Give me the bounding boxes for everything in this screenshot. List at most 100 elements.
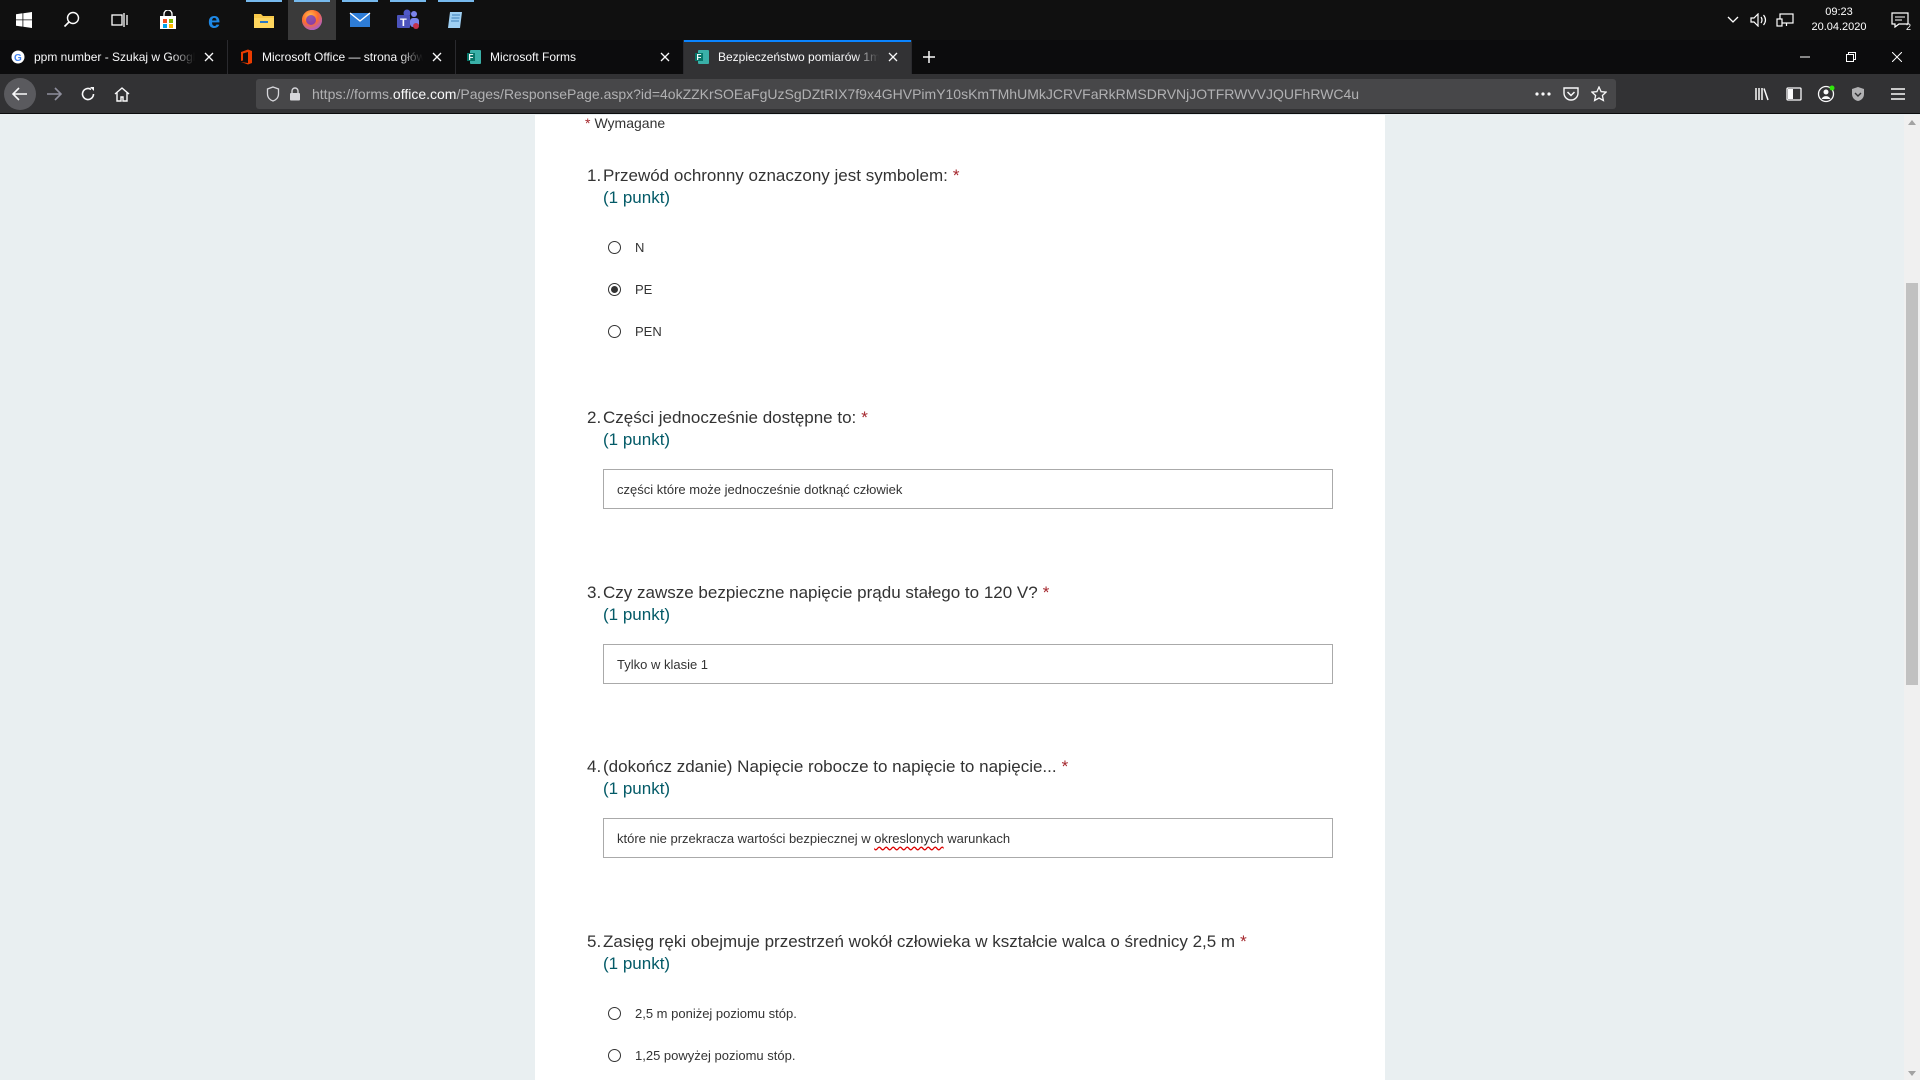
question-title: 2. Części jednocześnie dostępne to: * xyxy=(587,407,1347,429)
question-points: (1 punkt) xyxy=(603,954,671,973)
question-5: 5. Zasięg ręki obejmuje przestrzeń wokół… xyxy=(587,931,1347,1076)
scrollbar-thumb[interactable] xyxy=(1906,283,1918,685)
option-label: N xyxy=(635,239,645,255)
minimize-button[interactable] xyxy=(1782,40,1828,74)
home-icon xyxy=(114,86,130,102)
restore-icon xyxy=(1846,52,1856,62)
question-number: 3. xyxy=(587,583,602,602)
page-scrollbar[interactable] xyxy=(1904,115,1920,1080)
forward-button[interactable] xyxy=(38,78,70,110)
required-star: * xyxy=(861,408,868,427)
question-number: 4. xyxy=(587,757,602,776)
edge-icon: e xyxy=(208,9,220,31)
tab-bezpieczenstwo-pomiarow[interactable]: F Bezpieczeństwo pomiarów 1mg xyxy=(684,40,912,74)
toolbar-right xyxy=(1746,78,1920,110)
answer-text-field[interactable]: Tylko w klasie 1 xyxy=(603,644,1333,684)
windows-start-button[interactable] xyxy=(0,0,48,40)
bookmark-star-icon[interactable] xyxy=(1588,85,1610,102)
extension-button[interactable] xyxy=(1842,78,1874,110)
required-star: * xyxy=(585,115,591,131)
library-icon xyxy=(1755,87,1769,100)
radio-button[interactable] xyxy=(608,1006,621,1020)
radio-option-2[interactable]: 1,25 powyżej poziomu stóp. xyxy=(605,1034,1347,1076)
lock-icon[interactable] xyxy=(284,86,306,101)
answer-text: które nie przekracza wartości bezpieczne… xyxy=(617,830,875,846)
page-actions-icon[interactable] xyxy=(1532,86,1554,102)
search-button[interactable] xyxy=(48,0,96,40)
question-text: Przewód ochronny oznaczony jest symbolem… xyxy=(603,166,948,185)
new-tab-button[interactable] xyxy=(912,40,946,74)
radio-group: 2,5 m poniżej poziomu stóp. 1,25 powyżej… xyxy=(605,992,1347,1076)
windows-taskbar: e T 09:23 20.04.2020 2 xyxy=(0,0,1920,40)
menu-button[interactable] xyxy=(1882,78,1914,110)
radio-button[interactable] xyxy=(608,240,621,254)
network-button[interactable] xyxy=(1772,0,1798,40)
pocket-icon[interactable] xyxy=(1560,86,1582,102)
file-explorer-button[interactable] xyxy=(240,0,288,40)
teams-icon: T xyxy=(397,9,419,29)
search-icon xyxy=(63,11,80,28)
google-icon: G xyxy=(10,49,26,65)
radio-button[interactable] xyxy=(608,1048,621,1062)
question-number: 1. xyxy=(587,166,602,185)
misspelled-word: okreslonych xyxy=(874,830,944,846)
close-tab-icon[interactable] xyxy=(885,49,901,65)
radio-option-1[interactable]: 2,5 m poniżej poziomu stóp. xyxy=(605,992,1347,1034)
tab-microsoft-office[interactable]: Microsoft Office — strona główna xyxy=(228,40,456,74)
mail-icon xyxy=(349,12,371,27)
reload-button[interactable] xyxy=(72,78,104,110)
store-button[interactable] xyxy=(144,0,192,40)
action-center-button[interactable]: 2 xyxy=(1880,0,1920,40)
scroll-down-arrow-icon[interactable] xyxy=(1904,1066,1920,1080)
answer-text-field[interactable]: które nie przekracza wartości bezpieczne… xyxy=(603,818,1333,858)
close-tab-icon[interactable] xyxy=(201,49,217,65)
question-title: 5. Zasięg ręki obejmuje przestrzeń wokół… xyxy=(587,931,1347,953)
reload-icon xyxy=(81,86,95,100)
restore-button[interactable] xyxy=(1828,40,1874,74)
close-tab-icon[interactable] xyxy=(429,49,445,65)
task-view-button[interactable] xyxy=(96,0,144,40)
close-tab-icon[interactable] xyxy=(657,49,673,65)
radio-button[interactable] xyxy=(608,324,621,338)
question-title: 1. Przewód ochronny oznaczony jest symbo… xyxy=(587,165,1347,187)
firefox-button[interactable] xyxy=(288,0,336,40)
tab-google-search[interactable]: G ppm number - Szukaj w Google xyxy=(0,40,228,74)
tab-title: Bezpieczeństwo pomiarów 1mg xyxy=(718,50,879,64)
question-number: 2. xyxy=(587,408,602,427)
question-text: Czy zawsze bezpieczne napięcie prądu sta… xyxy=(603,583,1038,602)
mail-button[interactable] xyxy=(336,0,384,40)
sidebar-button[interactable] xyxy=(1778,78,1810,110)
network-icon xyxy=(1776,13,1794,27)
radio-option-pen[interactable]: PEN xyxy=(605,310,1347,352)
tab-title: Microsoft Office — strona główna xyxy=(262,50,423,64)
radio-button-selected[interactable] xyxy=(608,282,621,296)
teams-button[interactable]: T xyxy=(384,0,432,40)
speaker-icon xyxy=(1750,13,1767,27)
tab-microsoft-forms[interactable]: F Microsoft Forms xyxy=(456,40,684,74)
svg-text:F: F xyxy=(469,53,474,62)
edge-button[interactable]: e xyxy=(192,0,240,40)
account-button[interactable] xyxy=(1810,78,1842,110)
close-window-button[interactable] xyxy=(1874,40,1920,74)
show-hidden-icons-button[interactable] xyxy=(1720,0,1746,40)
taskbar-clock[interactable]: 09:23 20.04.2020 xyxy=(1798,5,1880,35)
svg-text:F: F xyxy=(697,53,702,62)
volume-button[interactable] xyxy=(1746,0,1772,40)
notification-count: 2 xyxy=(1905,22,1911,32)
radio-option-n[interactable]: N xyxy=(605,226,1347,268)
task-view-icon xyxy=(111,13,128,27)
library-button[interactable] xyxy=(1746,78,1778,110)
home-button[interactable] xyxy=(106,78,138,110)
answer-text-field[interactable]: części które może jednocześnie dotknąć c… xyxy=(603,469,1333,509)
store-bag-icon xyxy=(160,10,176,29)
notepad-button[interactable] xyxy=(432,0,480,40)
radio-group: N PE PEN xyxy=(605,226,1347,352)
tracking-protection-shield-icon[interactable] xyxy=(262,85,284,102)
clock-date: 20.04.2020 xyxy=(1811,21,1867,33)
radio-option-pe[interactable]: PE xyxy=(605,268,1347,310)
back-button[interactable] xyxy=(4,77,36,110)
scroll-up-arrow-icon[interactable] xyxy=(1904,115,1920,129)
required-star: * xyxy=(1240,932,1247,951)
arrow-right-icon xyxy=(47,86,62,101)
url-bar[interactable]: https://forms.office.com/Pages/ResponseP… xyxy=(256,78,1616,109)
